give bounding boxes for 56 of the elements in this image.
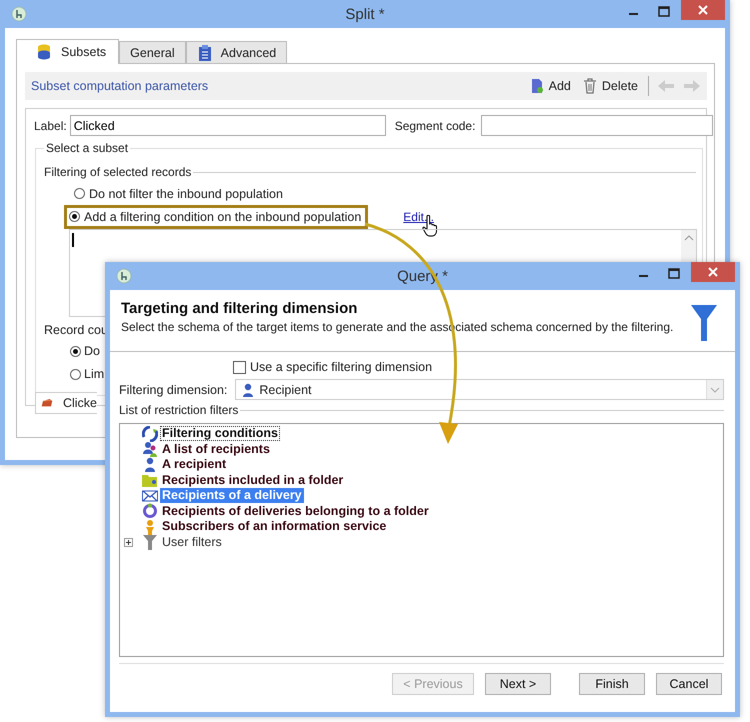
funnel-icon (691, 305, 717, 341)
edit-link[interactable]: Edit... (403, 210, 434, 224)
segment-code-field[interactable] (481, 115, 714, 136)
radio-option[interactable]: Do not filter the inbound population (69, 182, 290, 206)
tree-item[interactable]: A recipient (160, 457, 228, 472)
section-title: Subset computation parameters (31, 79, 208, 93)
page-heading: Targeting and filtering dimension (121, 300, 358, 317)
dimension-caption: Filtering dimension: (119, 382, 228, 396)
tree-item[interactable]: User filters (160, 534, 224, 550)
clipboard-icon (196, 44, 213, 62)
checkbox-option[interactable]: Use a specific filtering dimension (233, 360, 724, 374)
envelope-icon (142, 488, 158, 504)
label-field[interactable]: Clicked (70, 115, 386, 136)
document-icon (530, 78, 544, 94)
tree-item[interactable]: Subscribers of an information service (160, 519, 388, 534)
app-icon (116, 268, 132, 284)
tab[interactable]: Subsets (16, 39, 120, 64)
tree-item[interactable]: Recipients of deliveries belonging to a folder (160, 504, 431, 519)
tree-item[interactable]: Recipients of a delivery (160, 488, 304, 504)
person-icon (242, 382, 254, 396)
tab[interactable]: Advanced (186, 41, 288, 63)
expand-icon[interactable] (124, 538, 133, 547)
segment-code-caption: Segment code: (394, 118, 476, 132)
tree-item[interactable]: A list of recipients (160, 442, 272, 457)
app-icon (11, 6, 27, 22)
label-caption: Label: (34, 118, 67, 132)
funnel-icon (142, 534, 158, 550)
close-icon (697, 4, 709, 16)
trash-icon (582, 78, 597, 94)
dialog-button[interactable]: Cancel (656, 673, 722, 695)
subsection-title: Filtering of selected records (44, 165, 192, 179)
tab[interactable]: General (119, 41, 186, 63)
radio-option[interactable]: Lim (68, 365, 104, 383)
database-icon (35, 43, 53, 61)
close-button[interactable] (681, 0, 725, 20)
dialog-button[interactable]: Next > (485, 673, 551, 695)
subset-tab[interactable]: Clicke (35, 392, 97, 414)
group-title: Select a subset (44, 141, 130, 155)
window-title: Split * (345, 6, 385, 22)
dimension-dropdown[interactable]: Recipient (235, 379, 724, 400)
cycle-icon (142, 426, 158, 442)
people-icon (142, 441, 158, 458)
person-icon (142, 456, 158, 473)
dialog-button[interactable]: Finish (579, 673, 645, 695)
close-icon (707, 266, 719, 278)
highlighted-radio-option[interactable]: Add a filtering condition on the inbound population (64, 204, 368, 228)
delete-button[interactable]: Delete (580, 78, 640, 94)
close-button[interactable] (691, 262, 735, 282)
scroll-up-icon[interactable] (682, 233, 694, 243)
list-caption: List of restriction filters (119, 403, 238, 417)
add-button[interactable]: Add (528, 78, 573, 94)
tree-item[interactable]: Filtering conditions (160, 426, 280, 442)
folder-icon (142, 472, 158, 488)
tree-item[interactable]: Recipients included in a folder (160, 472, 346, 488)
radio-option[interactable]: Do (68, 342, 100, 360)
ring-icon (142, 503, 158, 520)
